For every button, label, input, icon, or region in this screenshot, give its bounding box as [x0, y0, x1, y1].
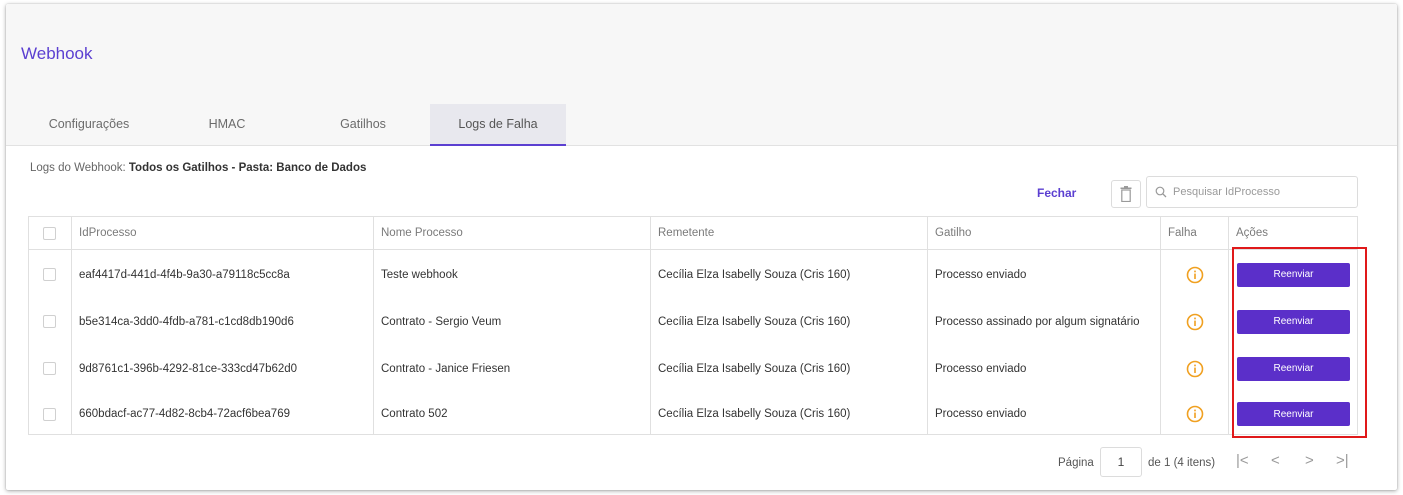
info-icon[interactable] [1186, 266, 1204, 284]
row-checkbox[interactable] [43, 268, 56, 281]
table-header: IdProcesso Nome Processo Remetente Gatil… [29, 217, 1357, 249]
prev-page-icon[interactable]: < [1271, 452, 1280, 469]
logs-label-prefix: Logs do Webhook: [30, 162, 129, 174]
trigger: Processo enviado [935, 408, 1027, 420]
trash-icon [1120, 186, 1132, 202]
table-row: eaf4417d-441d-4f4b-9a30-a79118c5cc8a Tes… [29, 251, 1357, 298]
sender: Cecília Elza Isabelly Souza (Cris 160) [658, 268, 851, 281]
delete-button[interactable] [1111, 180, 1141, 208]
search-input[interactable] [1173, 186, 1343, 198]
row-checkbox[interactable] [43, 362, 56, 375]
trigger: Processo enviado [935, 362, 1027, 375]
first-page-icon[interactable]: |< [1236, 452, 1249, 469]
tab-gatilhos[interactable]: Gatilhos [296, 104, 430, 146]
select-all-checkbox[interactable] [43, 226, 56, 240]
search-box [1146, 176, 1358, 208]
logs-table: IdProcesso Nome Processo Remetente Gatil… [28, 216, 1358, 435]
table-row: b5e314ca-3dd0-4fdb-a781-c1cd8db190d6 Con… [29, 298, 1357, 345]
search-icon [1155, 186, 1167, 198]
tab-hmac[interactable]: HMAC [158, 104, 296, 146]
column-header: Ações [1236, 227, 1268, 239]
process-name: Teste webhook [381, 268, 458, 281]
process-id: 9d8761c1-396b-4292-81ce-333cd47b62d0 [79, 362, 298, 375]
info-icon[interactable] [1186, 360, 1204, 378]
logs-filter: Todos os Gatilhos - Pasta: Banco de Dado… [128, 162, 367, 174]
resend-button[interactable]: Reenviar [1237, 356, 1350, 381]
logs-label: Logs do Webhook: Todos os Gatilhos - Pas… [30, 162, 366, 174]
info-icon[interactable] [1186, 313, 1204, 331]
process-id: eaf4417d-441d-4f4b-9a30-a79118c5cc8a [79, 268, 290, 281]
process-name: Contrato - Sergio Veum [381, 315, 502, 328]
table-row: 660bdacf-ac77-4d82-8cb4-72acf6bea769 Con… [29, 392, 1357, 436]
resend-button[interactable]: Reenviar [1237, 402, 1350, 426]
trigger: Processo enviado [935, 268, 1027, 281]
resend-button[interactable]: Reenviar [1237, 309, 1350, 334]
trigger: Processo assinado por algum signatário [935, 315, 1140, 328]
tab-logs-de-falha[interactable]: Logs de Falha [430, 104, 566, 146]
pagination-total: de 1 (4 itens) [1148, 457, 1216, 469]
process-id: 660bdacf-ac77-4d82-8cb4-72acf6bea769 [79, 408, 290, 420]
tab-configuracoes[interactable]: Configurações [20, 104, 158, 146]
pagination-label: Página [1058, 457, 1094, 469]
column-header[interactable]: Remetente [658, 217, 923, 249]
header-band: Webhook Configurações HMAC Gatilhos Logs… [6, 4, 1397, 146]
process-id: b5e314ca-3dd0-4fdb-a781-c1cd8db190d6 [79, 315, 294, 328]
column-header[interactable]: Gatilho [935, 217, 1155, 249]
sender: Cecília Elza Isabelly Souza (Cris 160) [658, 362, 851, 375]
column-header[interactable]: Nome Processo [381, 217, 646, 249]
sender: Cecília Elza Isabelly Souza (Cris 160) [658, 408, 851, 420]
page-number-input[interactable]: 1 [1100, 447, 1142, 477]
table-row: 9d8761c1-396b-4292-81ce-333cd47b62d0 Con… [29, 345, 1357, 392]
resend-button[interactable]: Reenviar [1237, 262, 1350, 287]
page-title: Webhook [21, 44, 93, 63]
process-name: Contrato 502 [381, 408, 448, 420]
row-checkbox[interactable] [43, 315, 56, 328]
column-header: Falha [1168, 227, 1197, 239]
row-checkbox[interactable] [43, 407, 56, 421]
last-page-icon[interactable]: >| [1336, 452, 1349, 469]
info-icon[interactable] [1186, 405, 1204, 423]
close-button[interactable]: Fechar [1037, 186, 1076, 200]
next-page-icon[interactable]: > [1305, 452, 1314, 469]
column-header[interactable]: IdProcesso [79, 217, 369, 249]
sender: Cecília Elza Isabelly Souza (Cris 160) [658, 315, 851, 328]
process-name: Contrato - Janice Friesen [381, 362, 511, 375]
